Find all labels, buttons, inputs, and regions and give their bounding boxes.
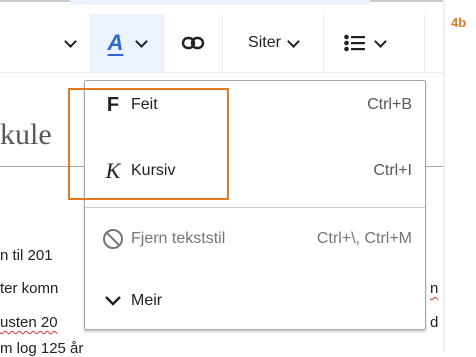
link-icon — [181, 36, 205, 50]
text-style-icon: A — [107, 30, 124, 55]
link-button[interactable] — [164, 14, 222, 72]
chevron-down-icon — [101, 295, 125, 307]
article-fragment: d — [430, 314, 439, 331]
clear-style-icon — [101, 228, 125, 250]
menu-separator — [85, 207, 425, 208]
annotation-highlight-box — [68, 88, 229, 200]
cite-button[interactable]: Siter — [223, 14, 323, 72]
chevron-down-icon — [373, 34, 387, 48]
menu-item-label: Meir — [131, 292, 163, 309]
toolbar-separator — [424, 14, 425, 72]
chevron-down-icon — [287, 34, 300, 48]
prev-dropdown-button[interactable] — [50, 14, 90, 72]
step-label: 4b — [451, 15, 467, 30]
article-heading: kule — [0, 118, 52, 151]
menu-item-more[interactable]: Meir — [85, 277, 425, 325]
article-line: m log 125 år — [0, 340, 84, 357]
menu-item-clear-style[interactable]: Fjern tekststil Ctrl+\, Ctrl+M — [85, 215, 425, 263]
bullet-list-icon — [343, 34, 365, 52]
cite-label: Siter — [248, 34, 281, 51]
menu-item-shortcut: Ctrl+B — [367, 96, 412, 113]
list-button[interactable] — [324, 14, 404, 72]
article-line: usten 20 — [0, 314, 58, 331]
menu-item-label: Fjern tekststil — [131, 230, 226, 247]
menu-item-shortcut: Ctrl+\, Ctrl+M — [316, 230, 412, 247]
annotation-margin — [445, 0, 476, 352]
chevron-down-icon — [63, 34, 77, 48]
menu-item-shortcut: Ctrl+I — [373, 162, 412, 179]
chevron-down-icon — [135, 34, 149, 48]
article-line: ter komn — [0, 280, 59, 297]
page-top-highlight — [70, 0, 370, 5]
article-fragment: n — [430, 280, 439, 297]
text-style-button[interactable]: A — [91, 14, 163, 72]
article-line: n til 201 — [0, 247, 53, 264]
editor-toolbar: A Siter — [0, 14, 443, 73]
